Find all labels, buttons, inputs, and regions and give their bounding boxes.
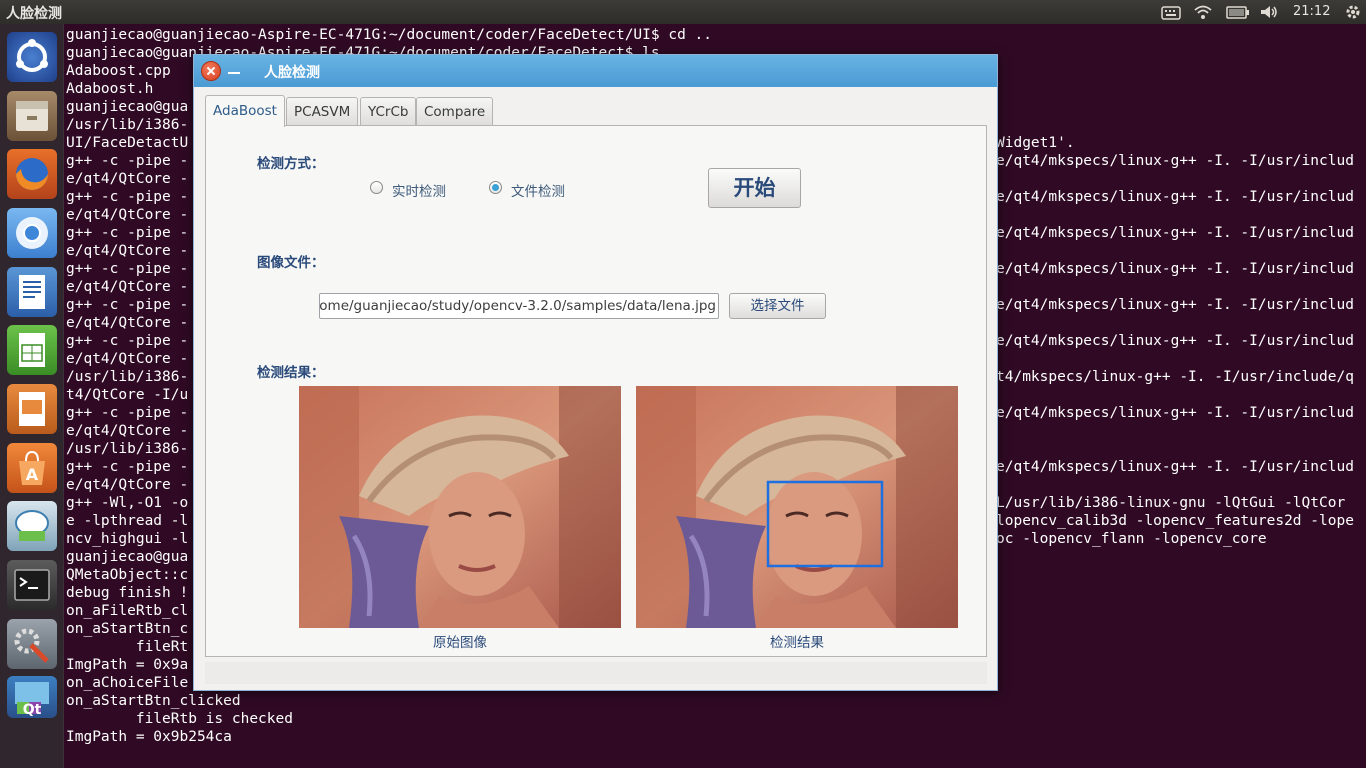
result-image (636, 386, 958, 628)
file-path-input[interactable]: ome/guanjiecao/study/opencv-3.2.0/sample… (319, 293, 719, 319)
terminal-line: ImgPath = 0x9b254ca (66, 729, 232, 745)
minimize-button[interactable] (228, 72, 240, 74)
impress-icon[interactable] (7, 384, 57, 434)
terminal-line: L/usr/lib/i386-linux-gnu -lQtGui -lQtCor (996, 495, 1346, 511)
terminal-line: on_aStartBtn_clicked (66, 693, 241, 709)
launcher: A Qt (0, 24, 64, 768)
svg-text:Qt: Qt (23, 702, 42, 718)
status-strip (205, 662, 987, 684)
terminal-line: e/qt4/mkspecs/linux-g++ -I. -I/usr/inclu… (996, 189, 1354, 205)
calc-icon[interactable] (7, 325, 57, 375)
original-image-caption: 原始图像 (433, 635, 487, 651)
terminal-line: e/qt4/mkspecs/linux-g++ -I. -I/usr/inclu… (996, 261, 1354, 277)
face-detect-dialog: 人脸检测 AdaBoost PCASVM YCrCb Compare 检测方式：… (193, 54, 998, 691)
files-icon[interactable] (7, 91, 57, 141)
tab-panel-adaboost: 检测方式： 实时检测 文件检测 开始 图像文件： ome/guanjiecao/… (205, 125, 987, 657)
dialog-title: 人脸检测 (264, 65, 320, 81)
app-icon[interactable] (7, 501, 57, 551)
volume-icon[interactable] (1259, 3, 1279, 21)
wifi-icon[interactable] (1193, 3, 1213, 21)
tab-adaboost[interactable]: AdaBoost (205, 95, 285, 127)
top-panel: 人脸检测 21:12 (0, 0, 1366, 24)
detect-mode-label: 检测方式： (257, 156, 325, 172)
keyboard-icon[interactable] (1161, 3, 1181, 21)
terminal-output-right: Widget1'. e/qt4/mkspecs/linux-g++ -I. -I/… (996, 134, 1366, 548)
terminal-line: e/qt4/mkspecs/linux-g++ -I. -I/usr/inclu… (996, 225, 1354, 241)
gear-icon[interactable] (1344, 3, 1362, 21)
qt-creator-icon[interactable]: Qt (7, 676, 57, 718)
result-image-caption: 检测结果 (770, 635, 824, 651)
close-button[interactable] (201, 61, 221, 81)
dialog-titlebar[interactable]: 人脸检测 (194, 55, 997, 87)
software-center-icon[interactable]: A (7, 443, 57, 493)
tab-compare[interactable]: Compare (416, 97, 494, 126)
choose-file-button[interactable]: 选择文件 (729, 293, 826, 319)
image-file-label: 图像文件： (257, 255, 325, 271)
terminal-line: oc -lopencv_flann -lopencv_core (996, 531, 1267, 547)
terminal-line: e/qt4/mkspecs/linux-g++ -I. -I/usr/inclu… (996, 459, 1354, 475)
realtime-radio[interactable] (370, 181, 383, 194)
terminal-icon[interactable] (7, 560, 57, 610)
firefox-icon[interactable] (7, 149, 57, 199)
tab-pcasvm[interactable]: PCASVM (286, 97, 359, 126)
terminal-line: e/qt4/mkspecs/linux-g++ -I. -I/usr/inclu… (996, 405, 1354, 421)
terminal-line: lopencv_calib3d -lopencv_features2d -lop… (996, 513, 1354, 529)
battery-icon[interactable] (1226, 3, 1250, 21)
svg-text:A: A (26, 465, 39, 484)
active-window-title: 人脸检测 (6, 6, 62, 22)
file-radio-label[interactable]: 文件检测 (511, 180, 565, 200)
ubuntu-dash-icon[interactable] (7, 32, 57, 82)
writer-icon[interactable] (7, 267, 57, 317)
chromium-icon[interactable] (7, 208, 57, 258)
terminal-line: e/qt4/mkspecs/linux-g++ -I. -I/usr/inclu… (996, 153, 1354, 169)
terminal-line: Widget1'. (996, 135, 1075, 151)
original-image (299, 386, 621, 628)
tab-ycrcb[interactable]: YCrCb (360, 97, 417, 126)
terminal-line: e/qt4/mkspecs/linux-g++ -I. -I/usr/inclu… (996, 333, 1354, 349)
start-button[interactable]: 开始 (708, 168, 801, 208)
clock[interactable]: 21:12 (1293, 4, 1330, 19)
terminal-line: fileRtb is checked (66, 711, 293, 727)
file-radio[interactable] (489, 181, 502, 194)
terminal-line: e/qt4/mkspecs/linux-g++ -I. -I/usr/inclu… (996, 297, 1354, 313)
result-label: 检测结果： (257, 365, 325, 381)
realtime-radio-label[interactable]: 实时检测 (392, 180, 446, 200)
terminal-line: guanjiecao@guanjiecao-Aspire-EC-471G:~/d… (66, 27, 713, 43)
system-settings-icon[interactable] (7, 619, 57, 669)
terminal-line: t4/mkspecs/linux-g++ -I. -I/usr/include/… (996, 369, 1354, 385)
